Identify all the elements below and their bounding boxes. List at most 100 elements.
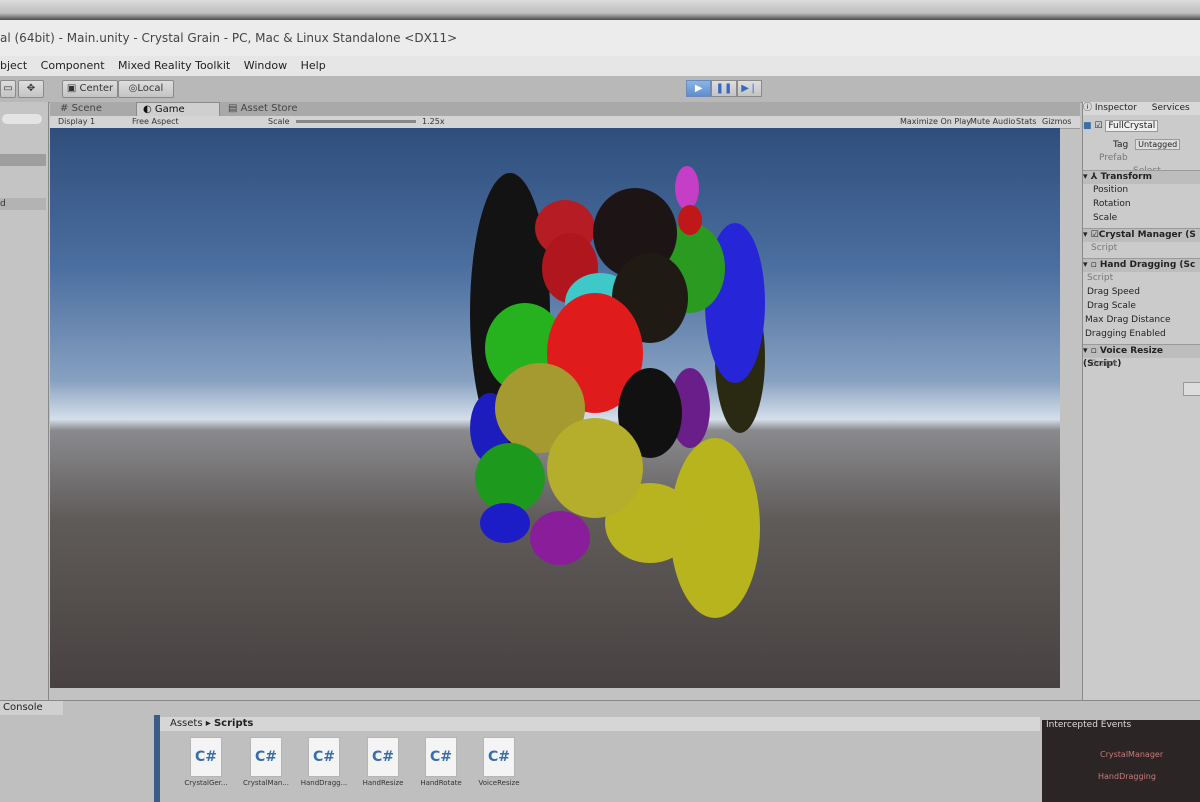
scale-value: 1.25x — [422, 117, 445, 126]
info-icon: ⓘ — [1083, 103, 1095, 113]
intercepted-event-item[interactable]: HandDragging — [1098, 772, 1156, 781]
window-title-bar: al (64bit) - Main.unity - Crystal Grain … — [0, 20, 1200, 56]
csharp-file-icon: C# — [425, 737, 457, 777]
tab-services[interactable]: Services — [1152, 103, 1190, 113]
crystal-grain-yellow-big — [547, 418, 643, 518]
file-voice-resize[interactable]: C# VoiceResize — [473, 737, 525, 787]
scale-slider[interactable] — [296, 120, 416, 123]
prefab-row: Prefab Select — [1083, 152, 1200, 176]
object-name-field[interactable]: FullCrystal — [1105, 120, 1159, 132]
csharp-file-icon: C# — [308, 737, 340, 777]
display-dropdown[interactable]: Display 1 — [58, 116, 95, 128]
crystal-manager-title: Crystal Manager (S — [1098, 230, 1196, 240]
pivot-icon: ▣ — [66, 83, 80, 94]
pivot-label: Center — [79, 83, 114, 94]
dragging-enabled-field[interactable]: Dragging Enabled — [1083, 328, 1200, 341]
game-viewport[interactable] — [50, 128, 1060, 688]
hierarchy-row[interactable]: d — [0, 198, 46, 210]
window-title: al (64bit) - Main.unity - Crystal Grain … — [0, 31, 458, 45]
crystal-grain-blue-bottom — [480, 503, 530, 543]
crystal-grain-red-small — [678, 205, 702, 235]
aspect-dropdown[interactable]: Free Aspect — [132, 116, 179, 128]
drag-scale-field[interactable]: Drag Scale — [1083, 300, 1200, 313]
transform-tool-icon[interactable]: ✥ — [18, 80, 44, 98]
file-hand-rotate[interactable]: C# HandRotate — [415, 737, 467, 787]
tab-asset-store-label: Asset Store — [240, 103, 298, 114]
tab-console[interactable]: Console — [0, 701, 63, 715]
file-label: CrystalMan... — [243, 779, 289, 787]
csharp-file-icon: C# — [250, 737, 282, 777]
rect-tool-icon[interactable]: ▭ — [0, 80, 16, 98]
hierarchy-panel: d — [0, 102, 49, 702]
mute-audio-toggle[interactable]: Mute Audio — [970, 116, 1015, 128]
rotation-field[interactable]: Rotation — [1083, 198, 1200, 211]
tag-label: Tag — [1113, 140, 1129, 150]
hand-dragging-header[interactable]: ▾ ▫ Hand Dragging (Sc — [1083, 258, 1200, 272]
csharp-file-icon: C# — [190, 737, 222, 777]
active-checkbox[interactable]: ☑ — [1094, 121, 1102, 131]
voice-resize-header[interactable]: ▾ ▫ Voice Resize (Script) — [1083, 344, 1200, 369]
transform-icon: ⅄ — [1090, 172, 1101, 182]
menu-mixed-reality-toolkit[interactable]: Mixed Reality Toolkit — [118, 59, 230, 72]
add-component-button[interactable] — [1183, 382, 1200, 396]
tab-game-label: Game — [154, 104, 185, 115]
menu-component[interactable]: Component — [41, 59, 105, 72]
hierarchy-search-field[interactable] — [2, 114, 42, 124]
foldout-icon: ▾ — [1083, 346, 1091, 356]
pivot-center-button[interactable]: ▣ Center — [62, 80, 118, 98]
hand-dragging-title: Hand Dragging (Sc — [1099, 260, 1196, 270]
intercepted-events-title: Intercepted Events — [1046, 720, 1132, 730]
hierarchy-row-label: d — [0, 199, 6, 209]
gizmos-dropdown[interactable]: Gizmos — [1042, 116, 1071, 128]
bottom-panel: Console Assets ▸ Scripts C# CrystalGer..… — [0, 700, 1200, 802]
transform-header[interactable]: ▾ ⅄ Transform — [1083, 170, 1200, 184]
file-hand-dragging[interactable]: C# HandDragg... — [298, 737, 350, 787]
space-label: Local — [137, 83, 164, 94]
breadcrumb-assets[interactable]: Assets — [170, 718, 203, 729]
monitor-bezel — [0, 0, 1200, 22]
crystal-grain-green-bottom — [475, 443, 545, 513]
view-tabs: # Scene ◐ Game ▤ Asset Store — [50, 102, 1080, 117]
crystal-manager-script: Script — [1091, 243, 1118, 253]
voice-resize-script: Script — [1091, 359, 1118, 369]
tag-dropdown[interactable]: Untagged — [1135, 139, 1181, 150]
tab-asset-store[interactable]: ▤ Asset Store — [222, 102, 304, 116]
menu-gameobject[interactable]: bject — [0, 59, 27, 72]
intercepted-event-item[interactable]: CrystalManager — [1100, 750, 1163, 759]
file-hand-resize[interactable]: C# HandResize — [357, 737, 409, 787]
foldout-icon: ▾ — [1083, 230, 1091, 240]
stats-toggle[interactable]: Stats — [1016, 116, 1036, 128]
unity-editor: al (64bit) - Main.unity - Crystal Grain … — [0, 20, 1200, 802]
position-field[interactable]: Position — [1083, 184, 1200, 197]
file-label: HandResize — [362, 779, 404, 787]
max-drag-distance-field[interactable]: Max Drag Distance — [1083, 314, 1200, 327]
file-label: CrystalGer... — [184, 779, 228, 787]
tag-row: Tag Untagged — [1083, 138, 1200, 151]
pause-icon[interactable]: ❚❚ — [711, 80, 737, 97]
menu-help[interactable]: Help — [301, 59, 326, 72]
drag-speed-field[interactable]: Drag Speed — [1083, 286, 1200, 299]
breadcrumb-scripts[interactable]: Scripts — [214, 718, 253, 729]
csharp-file-icon: C# — [483, 737, 515, 777]
tab-scene[interactable]: # Scene — [54, 102, 108, 116]
component-enabled-checkbox[interactable]: ☑ — [1091, 230, 1099, 240]
tab-inspector[interactable]: Inspector — [1095, 103, 1137, 113]
foldout-icon: ▾ — [1083, 260, 1091, 270]
menu-window[interactable]: Window — [244, 59, 287, 72]
file-label: HandDragg... — [300, 779, 348, 787]
file-crystal-gen[interactable]: C# CrystalGer... — [180, 737, 232, 787]
file-crystal-manager[interactable]: C# CrystalMan... — [240, 737, 292, 787]
crystal-grain-purple-bottom — [530, 511, 590, 565]
tab-game[interactable]: ◐ Game — [136, 102, 220, 117]
play-icon[interactable]: ▶ — [686, 80, 712, 97]
space-local-button[interactable]: ◎Local — [118, 80, 174, 98]
scale-field[interactable]: Scale — [1083, 212, 1200, 225]
toolbar: ▭ ✥ ▣ Center ◎Local ▶ ❚❚ ▶❘ — [0, 76, 1200, 103]
crystal-manager-header[interactable]: ▾ ☑Crystal Manager (S — [1083, 228, 1200, 242]
hand-dragging-script: Script — [1087, 273, 1114, 283]
step-icon[interactable]: ▶❘ — [736, 80, 762, 97]
game-icon: ◐ — [143, 104, 155, 115]
maximize-on-play-toggle[interactable]: Maximize On Play — [900, 116, 971, 128]
hierarchy-selected-row[interactable] — [0, 154, 46, 166]
crystal-grain-magenta — [675, 166, 699, 210]
